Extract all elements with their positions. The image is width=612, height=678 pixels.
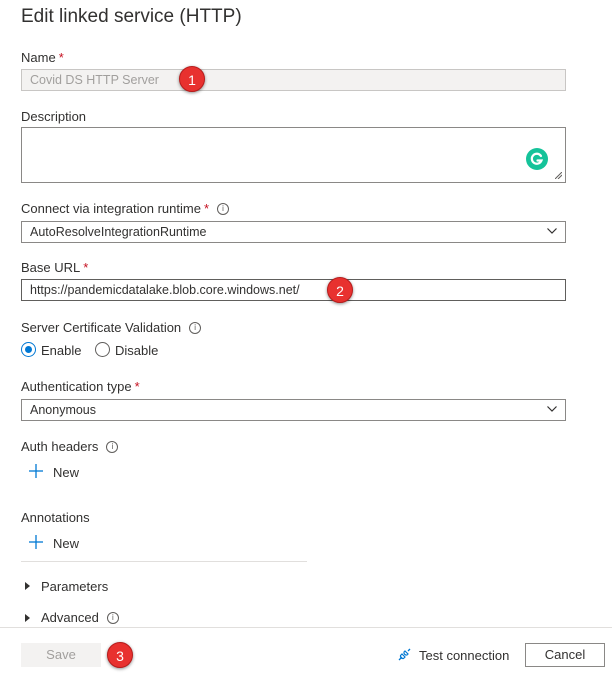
cert-validation-label-text: Server Certificate Validation [21,320,182,335]
plug-icon[interactable] [396,647,412,663]
base-url-label: Base URL * [21,260,88,275]
advanced-toggle[interactable]: Advanced i [41,610,119,625]
runtime-label-text: Connect via integration runtime [21,201,201,216]
callout-badge-1: 1 [179,66,205,92]
auth-type-value: Anonymous [30,403,97,417]
auth-type-select[interactable]: Anonymous [21,399,566,421]
auth-type-label: Authentication type * [21,379,140,394]
callout-badge-2: 2 [327,277,353,303]
description-textarea[interactable] [21,127,566,183]
required-marker: * [134,379,140,394]
name-input[interactable]: Covid DS HTTP Server [21,69,566,91]
parameters-toggle[interactable]: Parameters [41,579,108,594]
save-button[interactable]: Save [21,643,101,667]
plus-icon[interactable] [29,535,43,549]
required-marker: * [83,260,89,275]
info-icon[interactable]: i [217,203,229,215]
cancel-button[interactable]: Cancel [525,643,605,667]
name-label-text: Name [21,50,56,65]
required-marker: * [203,201,209,216]
auth-headers-label-text: Auth headers [21,439,99,454]
radio-disable[interactable] [95,342,110,357]
base-url-label-text: Base URL [21,260,81,275]
runtime-value: AutoResolveIntegrationRuntime [30,225,207,239]
caret-right-icon[interactable] [25,582,30,590]
grammarly-icon[interactable] [526,148,548,170]
base-url-input[interactable]: https://pandemicdatalake.blob.core.windo… [21,279,566,301]
advanced-label: Advanced [41,610,99,625]
info-icon[interactable]: i [106,612,119,624]
required-marker: * [58,50,64,65]
advanced-clip: Advanced i [0,604,612,625]
plus-icon[interactable] [29,464,43,478]
description-label: Description [21,109,87,124]
radio-disable-label[interactable]: Disable [115,343,158,358]
auth-headers-label: Auth headers i [21,439,119,454]
caret-right-icon[interactable] [25,614,30,622]
chevron-down-icon [547,406,557,412]
runtime-label: Connect via integration runtime * i [21,201,229,216]
footer-divider [0,627,612,628]
info-icon[interactable]: i [106,441,119,453]
name-label: Name * [21,50,64,65]
cert-validation-label: Server Certificate Validation i [21,320,202,335]
annotations-label: Annotations [21,510,90,525]
radio-enable[interactable] [21,342,36,357]
info-icon[interactable]: i [189,322,202,334]
callout-badge-3: 3 [107,642,133,668]
auth-headers-new-button[interactable]: New [53,465,79,480]
test-connection-button[interactable]: Test connection [419,648,509,663]
runtime-select[interactable]: AutoResolveIntegrationRuntime [21,221,566,243]
section-divider [21,561,307,562]
resize-grip-icon[interactable] [555,172,562,179]
annotations-new-button[interactable]: New [53,536,79,551]
radio-enable-label[interactable]: Enable [41,343,81,358]
chevron-down-icon [547,228,557,234]
auth-type-label-text: Authentication type [21,379,132,394]
page-title: Edit linked service (HTTP) [21,6,242,27]
